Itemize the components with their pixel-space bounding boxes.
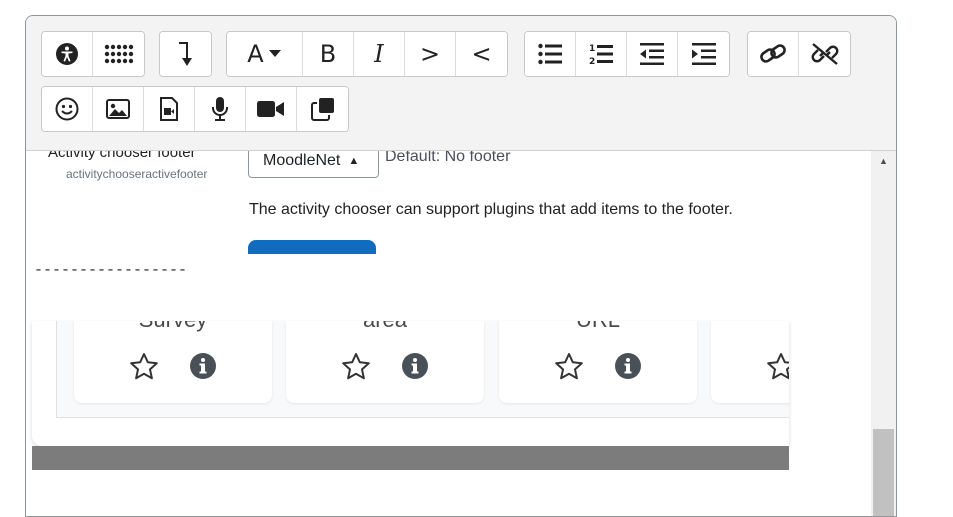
toolbar-group-format: A B I > <: [226, 31, 508, 77]
link-icon: [760, 44, 786, 63]
activity-card[interactable]: URL: [499, 321, 697, 403]
toolbar-group-accessibility: [41, 31, 145, 77]
level-down-icon: [178, 42, 192, 66]
setting-name: Activity chooser footer: [48, 151, 196, 161]
editor-toolbar: A B I > < 12: [26, 16, 896, 151]
ltr-glyph: >: [419, 40, 441, 68]
toggle-toolbar-button[interactable]: [160, 32, 211, 76]
outdent-icon: [640, 43, 664, 65]
setting-key: activitychooseractivefooter: [66, 167, 208, 181]
smile-icon: [55, 97, 79, 121]
separator-text: -----------------: [34, 262, 188, 279]
star-icon[interactable]: [554, 352, 584, 380]
image-icon: [106, 99, 130, 119]
rtl-button[interactable]: <: [456, 32, 507, 76]
caret-down-icon: [268, 50, 281, 57]
activity-cards: Survey area URL: [56, 321, 789, 418]
svg-text:1: 1: [589, 44, 595, 54]
indent-icon: [691, 43, 716, 65]
braille-icon: [104, 44, 133, 64]
editor-frame: A B I > < 12 Activity chooser footer act…: [25, 15, 897, 517]
screen-reader-helper-button[interactable]: [93, 32, 144, 76]
outdent-button[interactable]: [627, 32, 678, 76]
editor-content[interactable]: Activity chooser footer activitychoosera…: [26, 151, 871, 516]
save-changes-button[interactable]: [248, 240, 376, 254]
rtl-glyph: <: [471, 40, 492, 68]
ordered-list-button[interactable]: 12: [576, 32, 627, 76]
link-button[interactable]: [748, 32, 799, 76]
media-button[interactable]: [144, 87, 195, 131]
ltr-button[interactable]: >: [405, 32, 456, 76]
unordered-list-button[interactable]: [525, 32, 576, 76]
record-video-button[interactable]: [246, 87, 297, 131]
setting-default: Default: No footer: [385, 151, 511, 165]
vertical-scrollbar[interactable]: ▲︎: [871, 151, 896, 516]
toolbar-group-lists: 12: [524, 31, 730, 77]
scroll-thumb[interactable]: [873, 429, 894, 516]
image-button[interactable]: [93, 87, 144, 131]
activity-card[interactable]: Survey: [74, 321, 272, 403]
italic-button[interactable]: I: [354, 32, 405, 76]
toolbar-group-links: [747, 31, 851, 77]
activity-card-title: area: [286, 321, 484, 333]
indent-button[interactable]: [678, 32, 729, 76]
star-icon[interactable]: [129, 352, 159, 380]
record-audio-button[interactable]: [195, 87, 246, 131]
unlink-icon: [811, 43, 838, 65]
accessibility-checker-button[interactable]: [42, 32, 93, 76]
toolbar-group-toggle: [159, 31, 212, 77]
microphone-icon: [212, 97, 228, 121]
star-icon[interactable]: [766, 352, 789, 380]
file-video-icon: [160, 97, 178, 121]
font-color-glyph: A: [247, 40, 264, 68]
footer-select[interactable]: MoodleNet ▲︎: [248, 151, 379, 178]
bold-glyph: B: [319, 40, 337, 68]
footer-select-value: MoodleNet: [263, 152, 341, 169]
italic-glyph: I: [374, 40, 384, 68]
copy-icon: [310, 98, 334, 121]
list-ul-icon: [538, 43, 562, 65]
accessibility-icon: [56, 43, 78, 65]
select-caret-icon: ▲︎: [348, 155, 360, 167]
manage-files-button[interactable]: [297, 87, 348, 131]
activity-card[interactable]: [711, 321, 789, 403]
info-icon[interactable]: [401, 352, 429, 380]
scroll-up-arrow-icon[interactable]: ▲︎: [871, 151, 896, 171]
unlink-button[interactable]: [799, 32, 850, 76]
emoji-button[interactable]: [42, 87, 93, 131]
activity-card-title: Survey: [74, 321, 272, 333]
bold-button[interactable]: B: [303, 32, 354, 76]
modal-backdrop-band: [32, 446, 789, 470]
toolbar-group-media: [41, 86, 349, 132]
activity-chooser-snapshot: Survey area URL: [32, 321, 789, 446]
activity-card-title: URL: [499, 321, 697, 333]
video-camera-icon: [257, 101, 284, 117]
star-icon[interactable]: [341, 352, 371, 380]
svg-text:2: 2: [589, 57, 595, 66]
font-color-button[interactable]: A: [227, 32, 303, 76]
list-ol-icon: 12: [589, 44, 613, 66]
info-icon[interactable]: [614, 352, 642, 380]
info-icon[interactable]: [189, 352, 217, 380]
activity-card[interactable]: area: [286, 321, 484, 403]
setting-description: The activity chooser can support plugins…: [249, 201, 733, 218]
